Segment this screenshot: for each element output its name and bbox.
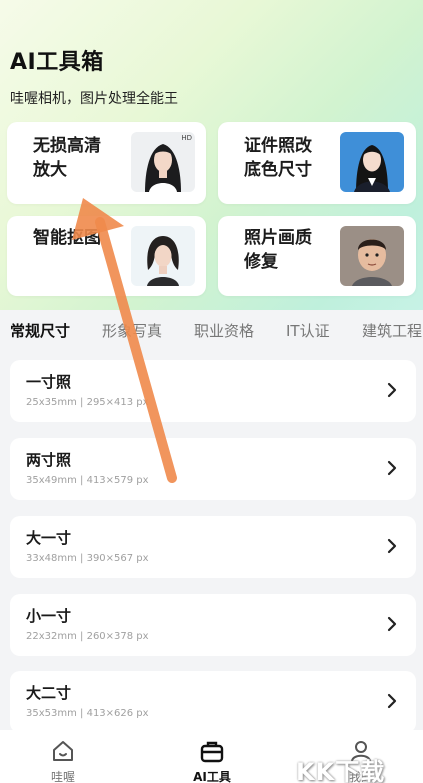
tool-card-photo-repair[interactable]: 照片画质 修复 (218, 216, 416, 296)
page-header: AI工具箱 哇喔相机，图片处理全能王 (10, 44, 178, 108)
size-name: 小一寸 (26, 607, 72, 625)
category-tabs: 常规尺寸 形象写真 职业资格 IT认证 建筑工程 (0, 320, 423, 344)
home-icon (53, 741, 73, 761)
size-spec: 35x53mm | 413×626 px (26, 708, 149, 719)
chevron-right-icon (387, 693, 397, 709)
tab-professional-qualification[interactable]: 职业资格 (194, 320, 254, 341)
portrait-thumbnail-boy (340, 226, 404, 286)
nav-label: 哇喔 (50, 770, 75, 783)
size-list-item-small-1inch[interactable]: 小一寸 22x32mm | 260×378 px (10, 594, 416, 656)
tool-card-label: 无损高清 放大 (33, 136, 101, 180)
size-list-item-large-2inch[interactable]: 大二寸 35x53mm | 413×626 px (10, 671, 416, 733)
size-name: 大二寸 (26, 684, 72, 702)
size-name: 大一寸 (26, 529, 72, 547)
toolbox-icon (200, 741, 224, 763)
tool-card-hd-upscale[interactable]: 无损高清 放大 HD (7, 122, 206, 204)
size-spec: 22x32mm | 260×378 px (26, 631, 149, 642)
tab-regular-size[interactable]: 常规尺寸 (10, 320, 70, 341)
nav-item-home[interactable]: 哇喔 (28, 738, 98, 783)
nav-label: AI工具 (193, 770, 231, 783)
tool-card-id-photo-background[interactable]: 证件照改 底色尺寸 (218, 122, 416, 204)
portrait-thumbnail-woman: HD (131, 132, 195, 192)
tool-card-label: 智能抠图 (33, 228, 101, 248)
page-subtitle: 哇喔相机，图片处理全能王 (10, 91, 178, 107)
tab-construction[interactable]: 建筑工程 (362, 320, 422, 341)
size-spec: 33x48mm | 390×567 px (26, 553, 149, 564)
size-spec: 25x35mm | 295×413 px (26, 397, 149, 408)
tab-portrait[interactable]: 形象写真 (102, 320, 162, 341)
tab-it-certification[interactable]: IT认证 (286, 320, 330, 341)
size-list-item-2inch[interactable]: 两寸照 35x49mm | 413×579 px (10, 438, 416, 500)
size-list-item-1inch[interactable]: 一寸照 25x35mm | 295×413 px (10, 360, 416, 422)
size-name: 一寸照 (26, 373, 72, 391)
tool-card-label: 证件照改 底色尺寸 (244, 136, 312, 180)
page-title: AI工具箱 (10, 50, 104, 75)
hd-badge: HD (181, 134, 192, 142)
chevron-right-icon (387, 460, 397, 476)
portrait-thumbnail-bob-hair (131, 226, 195, 286)
chevron-right-icon (387, 616, 397, 632)
tool-card-smart-cutout[interactable]: 智能抠图 (7, 216, 206, 296)
size-spec: 35x49mm | 413×579 px (26, 475, 149, 486)
chevron-right-icon (387, 538, 397, 554)
tool-card-label: 照片画质 修复 (244, 228, 312, 272)
size-name: 两寸照 (26, 451, 72, 469)
watermark-logo: KK下载 (296, 758, 386, 783)
portrait-thumbnail-id-photo (340, 132, 404, 192)
chevron-right-icon (387, 382, 397, 398)
nav-item-ai-tools[interactable]: AI工具 (177, 738, 247, 783)
size-list-item-large-1inch[interactable]: 大一寸 33x48mm | 390×567 px (10, 516, 416, 578)
